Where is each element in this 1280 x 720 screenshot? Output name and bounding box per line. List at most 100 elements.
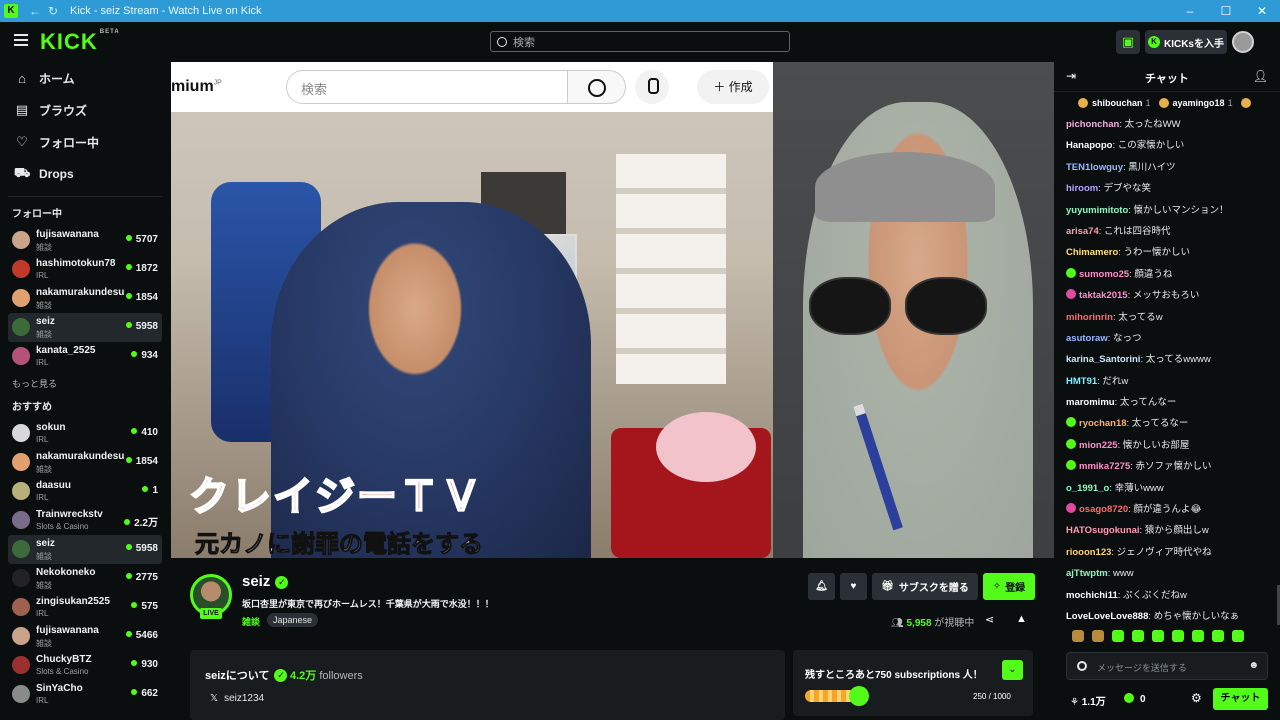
twitter-link[interactable]: 𝕏seiz1234: [210, 693, 264, 704]
channel-avatar: [12, 511, 30, 529]
streamer-right: [803, 102, 1033, 558]
chat-username[interactable]: maromimu: [1066, 397, 1115, 408]
show-more-link[interactable]: もっと見る: [0, 371, 170, 398]
brand-text: KICK: [40, 29, 98, 54]
emote-icon[interactable]: [1132, 630, 1144, 642]
chat-input[interactable]: メッセージを送信する ☻: [1066, 652, 1268, 680]
chat-users-icon[interactable]: 👤︎: [1253, 69, 1268, 83]
chat-username[interactable]: yuyumimitoto: [1066, 205, 1128, 216]
channel-item[interactable]: Nekokoneko 雑談 2775: [8, 564, 162, 593]
chat-username[interactable]: HMT91: [1066, 376, 1097, 387]
back-icon[interactable]: ←: [26, 4, 44, 18]
rewards-icon[interactable]: ▣: [1116, 30, 1140, 54]
emote-icon[interactable]: [1092, 630, 1104, 642]
channel-points[interactable]: ⚘ 1.1万: [1070, 693, 1106, 708]
chat-send-button[interactable]: チャット: [1213, 688, 1268, 710]
chat-username[interactable]: o_1991_o: [1066, 483, 1109, 494]
stream-language-tag[interactable]: Japanese: [267, 613, 319, 627]
video-caption-title: クレイジーＴＶ: [188, 473, 483, 521]
chat-username[interactable]: taktak2015: [1079, 290, 1128, 301]
chat-username[interactable]: HATOsugokunai: [1066, 525, 1140, 536]
channel-item[interactable]: daasuu IRL 1: [8, 477, 162, 506]
chat-username[interactable]: ryochan18: [1079, 418, 1127, 429]
chat-username[interactable]: pichonchan: [1066, 119, 1119, 130]
chat-username[interactable]: TEN1lowguy: [1066, 162, 1123, 173]
sidebar-nav-item[interactable]: ♡ フォロー中: [0, 126, 170, 158]
chat-settings-gear-icon[interactable]: ⚙: [1191, 691, 1202, 705]
goal-title: 残すところあと750 subscriptions 人！: [805, 670, 983, 681]
streamer-name-text: seiz: [242, 573, 271, 590]
gifter-name[interactable]: shibouchan: [1092, 98, 1143, 108]
chat-username[interactable]: karina_Santorini: [1066, 354, 1140, 365]
follow-button[interactable]: ✧ 登録: [983, 573, 1035, 600]
gifter-name[interactable]: ayamingo18: [1173, 98, 1225, 108]
sidebar-nav-item[interactable]: ⌂ ホーム: [0, 62, 170, 94]
favorite-button[interactable]: ♥: [840, 573, 867, 600]
gift-sub-button[interactable]: 🎁︎ サブスクを贈る: [872, 573, 978, 600]
emoji-icon[interactable]: ☻: [1248, 660, 1259, 671]
emote-icon[interactable]: [1072, 630, 1084, 642]
channel-avatar: [12, 569, 30, 587]
channel-item[interactable]: nakamurakundesu 雑談 1854: [8, 284, 162, 313]
stream-title: 坂口杏里が東京で再びホームレス！千葉県が大雨で水没！！！: [242, 599, 494, 609]
channel-item[interactable]: seiz 雑談 5958: [8, 535, 162, 564]
report-icon[interactable]: ▲: [1016, 613, 1027, 625]
chat-username[interactable]: LoveLoveLove888: [1066, 611, 1148, 622]
channel-item[interactable]: fujisawanana 雑談 5466: [8, 622, 162, 651]
chat-message: ajTtwptm: www: [1066, 563, 1280, 584]
kick-logo[interactable]: KICK BETA: [40, 29, 120, 55]
chat-username[interactable]: osago8720: [1079, 504, 1128, 515]
goal-expand-button[interactable]: ⌄: [1002, 660, 1023, 680]
chat-username[interactable]: ajTtwptm: [1066, 568, 1108, 579]
channel-item[interactable]: Trainwreckstv Slots & Casino 2.2万: [8, 506, 162, 535]
channel-item[interactable]: SinYaCho IRL 662: [8, 680, 162, 709]
maximize-button[interactable]: ☐: [1208, 0, 1244, 22]
channel-viewers: 5707: [126, 234, 158, 245]
streamer-name[interactable]: seiz ✓: [242, 573, 289, 590]
notification-bell-button[interactable]: 🔔︎: [808, 573, 835, 600]
kicks-balance[interactable]: 0: [1124, 693, 1146, 705]
chat-username[interactable]: asutoraw: [1066, 333, 1108, 344]
chat-username[interactable]: hiroom: [1066, 183, 1098, 194]
chat-username[interactable]: mmika7275: [1079, 461, 1130, 472]
sub-goal-panel: 残すところあと750 subscriptions 人！ ⌄ 250 / 1000: [793, 650, 1033, 716]
sidebar-nav-item[interactable]: ▤ ブラウズ: [0, 94, 170, 126]
chat-username[interactable]: sumomo25: [1079, 269, 1129, 280]
emote-icon[interactable]: [1212, 630, 1224, 642]
chat-username[interactable]: mion225: [1079, 440, 1118, 451]
user-avatar[interactable]: [1232, 31, 1254, 53]
chat-username[interactable]: mihorinrin: [1066, 312, 1113, 323]
chat-username[interactable]: riooon123: [1066, 547, 1111, 558]
chat-username[interactable]: Chimamero: [1066, 247, 1118, 258]
emote-icon[interactable]: [1172, 630, 1184, 642]
close-button[interactable]: ✕: [1244, 0, 1280, 22]
refresh-icon[interactable]: ↻: [44, 4, 62, 18]
share-icon[interactable]: ⋖: [985, 613, 994, 626]
channel-item[interactable]: zingisukan2525 IRL 575: [8, 593, 162, 622]
search-input[interactable]: 検索: [490, 31, 790, 52]
emote-icon[interactable]: [1152, 630, 1164, 642]
channel-item[interactable]: sokun IRL 410: [8, 419, 162, 448]
sidebar-nav-item[interactable]: ⛟ Drops: [0, 158, 170, 190]
stream-category[interactable]: 雑談: [242, 615, 260, 628]
channel-item[interactable]: kanata_2525 IRL 934: [8, 342, 162, 371]
minimize-button[interactable]: –: [1172, 0, 1208, 22]
channel-item[interactable]: hashimotokun78 IRL 1872: [8, 255, 162, 284]
chat-message: TEN1lowguy: 黒川ハイツ: [1066, 157, 1280, 178]
chat-username[interactable]: arisa74: [1066, 226, 1099, 237]
channel-item[interactable]: ChuckyBTZ Slots & Casino 930: [8, 651, 162, 680]
channel-item[interactable]: fujisawanana 雑談 5707: [8, 226, 162, 255]
chat-username[interactable]: Hanapopo: [1066, 140, 1112, 151]
emote-icon[interactable]: [1192, 630, 1204, 642]
get-kicks-button[interactable]: K KICKsを入手: [1145, 30, 1227, 54]
channel-avatar: [12, 231, 30, 249]
emote-icon[interactable]: [1112, 630, 1124, 642]
emote-icon[interactable]: [1232, 630, 1244, 642]
channel-item[interactable]: seiz 雑談 5958: [8, 313, 162, 342]
get-kicks-label: KICKsを入手: [1163, 38, 1224, 50]
video-player[interactable]: miumJP 検索 ＋ 作成 クレイジーＴＶ 元カノに謝罪の電話をする: [171, 62, 1054, 558]
channel-category: 雑談: [36, 330, 52, 339]
channel-item[interactable]: nakamurakundesu 雑談 1854: [8, 448, 162, 477]
menu-icon[interactable]: [14, 34, 28, 46]
chat-username[interactable]: mochichi11: [1066, 590, 1118, 601]
